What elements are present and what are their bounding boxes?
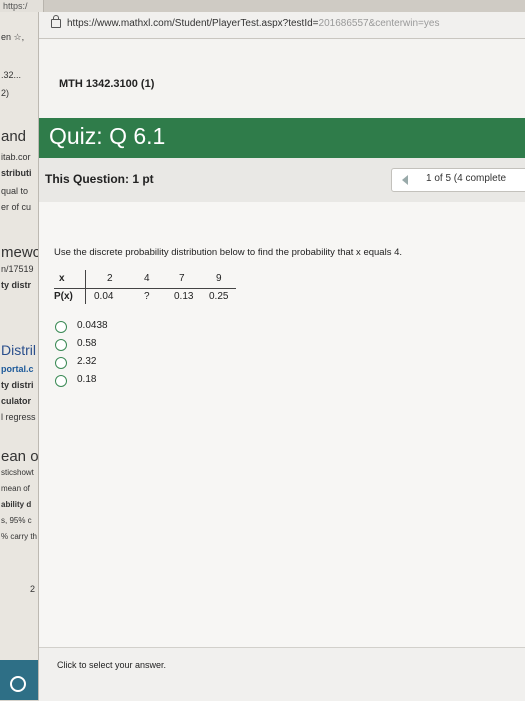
bg-text: 2 <box>30 584 36 594</box>
bg-text: n/17519 <box>1 264 34 274</box>
table-divider <box>85 270 86 304</box>
lock-icon <box>51 15 61 28</box>
question-info-bar: This Question: 1 pt 1 of 5 (4 complete <box>39 158 525 203</box>
answer-label: 0.58 <box>77 338 97 349</box>
course-title: MTH 1342.3100 (1) <box>59 78 155 90</box>
address-bar[interactable]: https://www.mathxl.com/Student/PlayerTes… <box>39 12 525 39</box>
browser-tab[interactable]: https:/ <box>0 0 44 12</box>
x-value: 4 <box>144 273 150 284</box>
bg-text: ty distri <box>1 380 34 390</box>
question-content: Use the discrete probability distributio… <box>39 202 525 701</box>
question-points: This Question: 1 pt <box>45 172 154 186</box>
x-value: 7 <box>179 273 185 284</box>
footer-message: Click to select your answer. <box>57 660 167 670</box>
bg-text: .32... <box>1 70 22 80</box>
bg-text: ty distr <box>1 280 32 290</box>
bg-text: itab.cor <box>1 152 31 162</box>
radio-button[interactable] <box>55 357 67 369</box>
x-value: 9 <box>216 273 222 284</box>
url-main: https://www.mathxl.com/Student/PlayerTes… <box>67 18 319 29</box>
answer-label: 0.0438 <box>77 320 108 331</box>
radio-button[interactable] <box>55 375 67 387</box>
bg-text: l regress <box>1 412 36 422</box>
gear-icon[interactable] <box>10 676 26 692</box>
browser-chrome: https:/ <box>0 0 525 12</box>
question-counter: 1 of 5 (4 complete <box>426 173 507 184</box>
bg-text: s, 95% c <box>1 516 32 525</box>
url-query: 201686557&centerwin=yes <box>318 18 440 29</box>
bg-text: stributi <box>1 168 32 178</box>
radio-button[interactable] <box>55 339 67 351</box>
bg-text: ean of <box>1 448 38 465</box>
bg-text: 2) <box>1 88 10 98</box>
px-header: P(x) <box>54 291 73 302</box>
bg-text: er of cu <box>1 202 32 212</box>
x-value: 2 <box>107 273 113 284</box>
bg-text: mewc <box>1 244 38 261</box>
answer-label: 2.32 <box>77 356 97 367</box>
bg-text: en ☆, <box>1 32 25 42</box>
bg-text: and <box>1 128 27 145</box>
bg-text: mean of <box>1 484 30 493</box>
question-prompt: Use the discrete probability distributio… <box>54 247 403 258</box>
bg-text: Distril <box>1 342 36 358</box>
table-divider <box>54 288 236 289</box>
quiz-title: Quiz: Q 6.1 <box>49 123 166 149</box>
answer-footer: Click to select your answer. <box>39 647 525 701</box>
bg-text: ability d <box>1 500 32 509</box>
px-value: 0.04 <box>94 291 114 302</box>
radio-button[interactable] <box>55 321 67 333</box>
x-header: x <box>59 273 65 284</box>
bg-text: portal.c <box>1 364 34 374</box>
px-value: ? <box>144 291 150 302</box>
quiz-window: https://www.mathxl.com/Student/PlayerTes… <box>38 12 525 701</box>
answer-label: 0.18 <box>77 374 97 385</box>
bg-text: culator <box>1 396 32 406</box>
previous-question-icon[interactable] <box>402 175 408 185</box>
background-window: en ☆, .32... 2) and itab.cor stributi qu… <box>0 12 38 700</box>
question-navigator[interactable]: 1 of 5 (4 complete <box>391 168 525 192</box>
bg-text: sticshowt <box>1 468 34 477</box>
bg-text: qual to <box>1 186 29 196</box>
px-value: 0.13 <box>174 291 194 302</box>
bg-text: % carry th <box>1 532 38 541</box>
url-text[interactable]: https://www.mathxl.com/Student/PlayerTes… <box>67 18 439 29</box>
quiz-header: Quiz: Q 6.1 <box>39 118 525 158</box>
px-value: 0.25 <box>209 291 229 302</box>
